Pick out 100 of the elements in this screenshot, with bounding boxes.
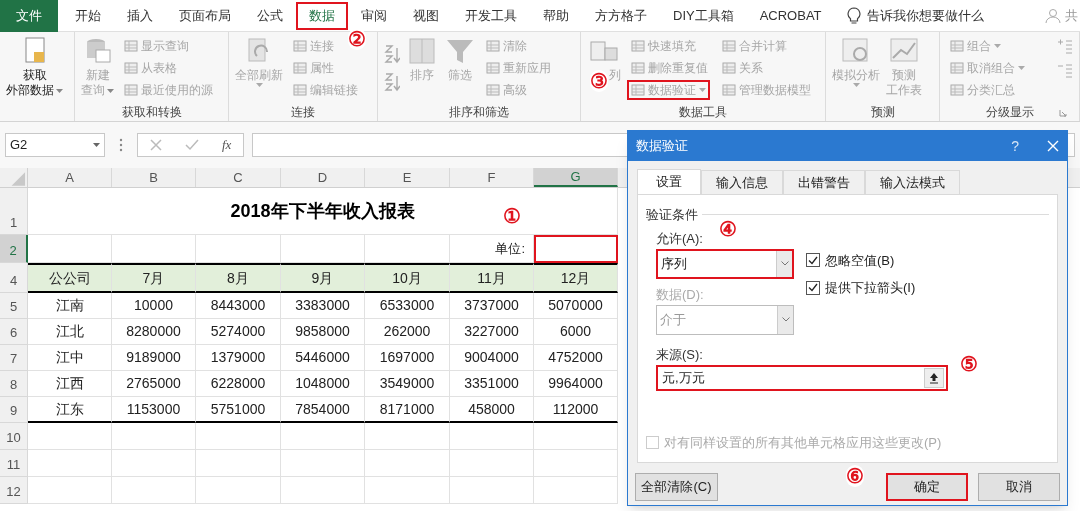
caret-icon [699,88,706,92]
table-cell: 6228000 [196,371,281,397]
checkbox-label: 对有同样设置的所有其他单元格应用这些更改(P) [664,433,942,452]
sort-icon [384,44,400,64]
table-icon [950,83,964,97]
checkbox[interactable] [806,280,820,295]
header-cell: 12月 [534,263,618,293]
row-header[interactable]: 11 [0,450,28,477]
lightbulb-icon [846,6,861,25]
ribbon-tab[interactable]: ACROBAT [746,1,835,30]
clear-all-button[interactable]: 全部清除(C) [635,473,718,501]
row-header[interactable]: 2 [0,235,28,263]
column-header[interactable]: E [365,168,450,187]
ribbon-tab[interactable]: 开始 [62,1,114,30]
ribbon-tab[interactable]: 数据 [296,1,348,30]
allow-dropdown[interactable]: 序列 [656,248,794,279]
selected-cell[interactable] [534,235,618,263]
group-label: 预测 [870,104,895,121]
dialog-tab[interactable]: 设置 [637,169,701,195]
source-field[interactable]: 元,万元 [656,364,948,391]
caret-icon [93,143,100,147]
table-icon [722,61,736,75]
name-box[interactable]: G2 [5,133,105,157]
table-icon [950,39,964,53]
checkbox[interactable] [806,253,820,268]
upload-icon [929,371,939,384]
column-header[interactable]: A [28,168,112,187]
ribbon-tab[interactable]: 插入 [114,1,166,30]
section-label: 验证条件 [646,206,698,224]
ribbon-tab[interactable]: 页面布局 [166,1,244,30]
table-icon [486,61,500,75]
table-cell: 江中 [28,345,112,371]
column-header[interactable]: G [534,168,618,187]
ribbon-tab[interactable]: 视图 [400,1,452,30]
ok-button[interactable]: 确定 [886,473,968,501]
table-cell: 7854000 [281,397,365,423]
table-cell: 3383000 [281,293,365,319]
ribbon-tab[interactable]: 帮助 [530,1,582,30]
table-cell: 9004000 [450,345,534,371]
table-cell: 112000 [534,397,618,423]
unit-label: 单位: [495,239,525,258]
table-cell: 458000 [450,397,534,423]
row-header[interactable]: 1 [0,188,28,235]
row-header[interactable]: 7 [0,345,28,371]
close-button[interactable] [1047,140,1059,152]
column-header[interactable]: D [281,168,365,187]
caret-icon [994,44,1001,48]
table-cell: 9964000 [534,371,618,397]
row-header[interactable]: 9 [0,397,28,423]
table-icon [631,61,645,75]
outline-icon [1057,38,1073,54]
caret-icon [56,88,63,93]
ribbon-tab[interactable]: 方方格子 [582,1,660,30]
file-tab[interactable]: 文件 [0,0,58,32]
row-header[interactable]: 5 [0,293,28,319]
dialog-launcher-icon [1059,109,1067,117]
check-icon [808,283,818,293]
header-cell: 8月 [196,263,281,293]
row-header[interactable]: 10 [0,423,28,450]
help-button[interactable]: ? [1011,135,1019,157]
ribbon-tab[interactable]: 开发工具 [452,1,530,30]
table-cell: 262000 [365,319,450,345]
group-label: 排序和筛选 [449,104,509,121]
caret-icon [255,83,263,87]
ribbon-button[interactable]: 获取 外部数据 [6,36,63,103]
table-cell: 3227000 [450,319,534,345]
tell-me-search[interactable]: 告诉我你想要做什么 [866,5,984,26]
row-header[interactable]: 4 [0,263,28,293]
person-icon [1045,7,1061,24]
row-header[interactable]: 6 [0,319,28,345]
field-label: 来源(S): [656,345,703,364]
table-cell: 4752000 [534,345,618,371]
cancel-button[interactable]: 取消 [978,473,1060,501]
collapse-button[interactable] [924,367,944,388]
table-cell: 8171000 [365,397,450,423]
dialog-tab[interactable]: 输入法模式 [865,170,960,195]
ribbon-tab[interactable]: 审阅 [348,1,400,30]
group-label: 分级显示 [985,104,1034,121]
group-label: 数据工具 [679,104,727,121]
header-cell: 11月 [450,263,534,293]
dialog-tab[interactable]: 输入信息 [701,170,783,195]
table-cell: 江东 [28,397,112,423]
table-cell: 5274000 [196,319,281,345]
column-header[interactable]: B [112,168,196,187]
table-cell: 江西 [28,371,112,397]
table-cell: 1379000 [196,345,281,371]
table-icon [124,83,138,97]
ribbon-tab[interactable]: DIY工具箱 [660,1,747,30]
table-icon [293,61,307,75]
ribbon-tab[interactable]: 公式 [244,1,296,30]
row-header[interactable]: 8 [0,371,28,397]
table-icon [722,39,736,53]
insert-function-button[interactable]: fx [222,135,232,155]
dialog-tab[interactable]: 出错警告 [783,170,865,195]
checkbox-label: 提供下拉箭头(I) [825,279,916,297]
row-header[interactable]: 12 [0,477,28,504]
table-icon [293,83,307,97]
table-icon [124,61,138,75]
column-header[interactable]: C [196,168,281,187]
check-icon [808,255,818,265]
